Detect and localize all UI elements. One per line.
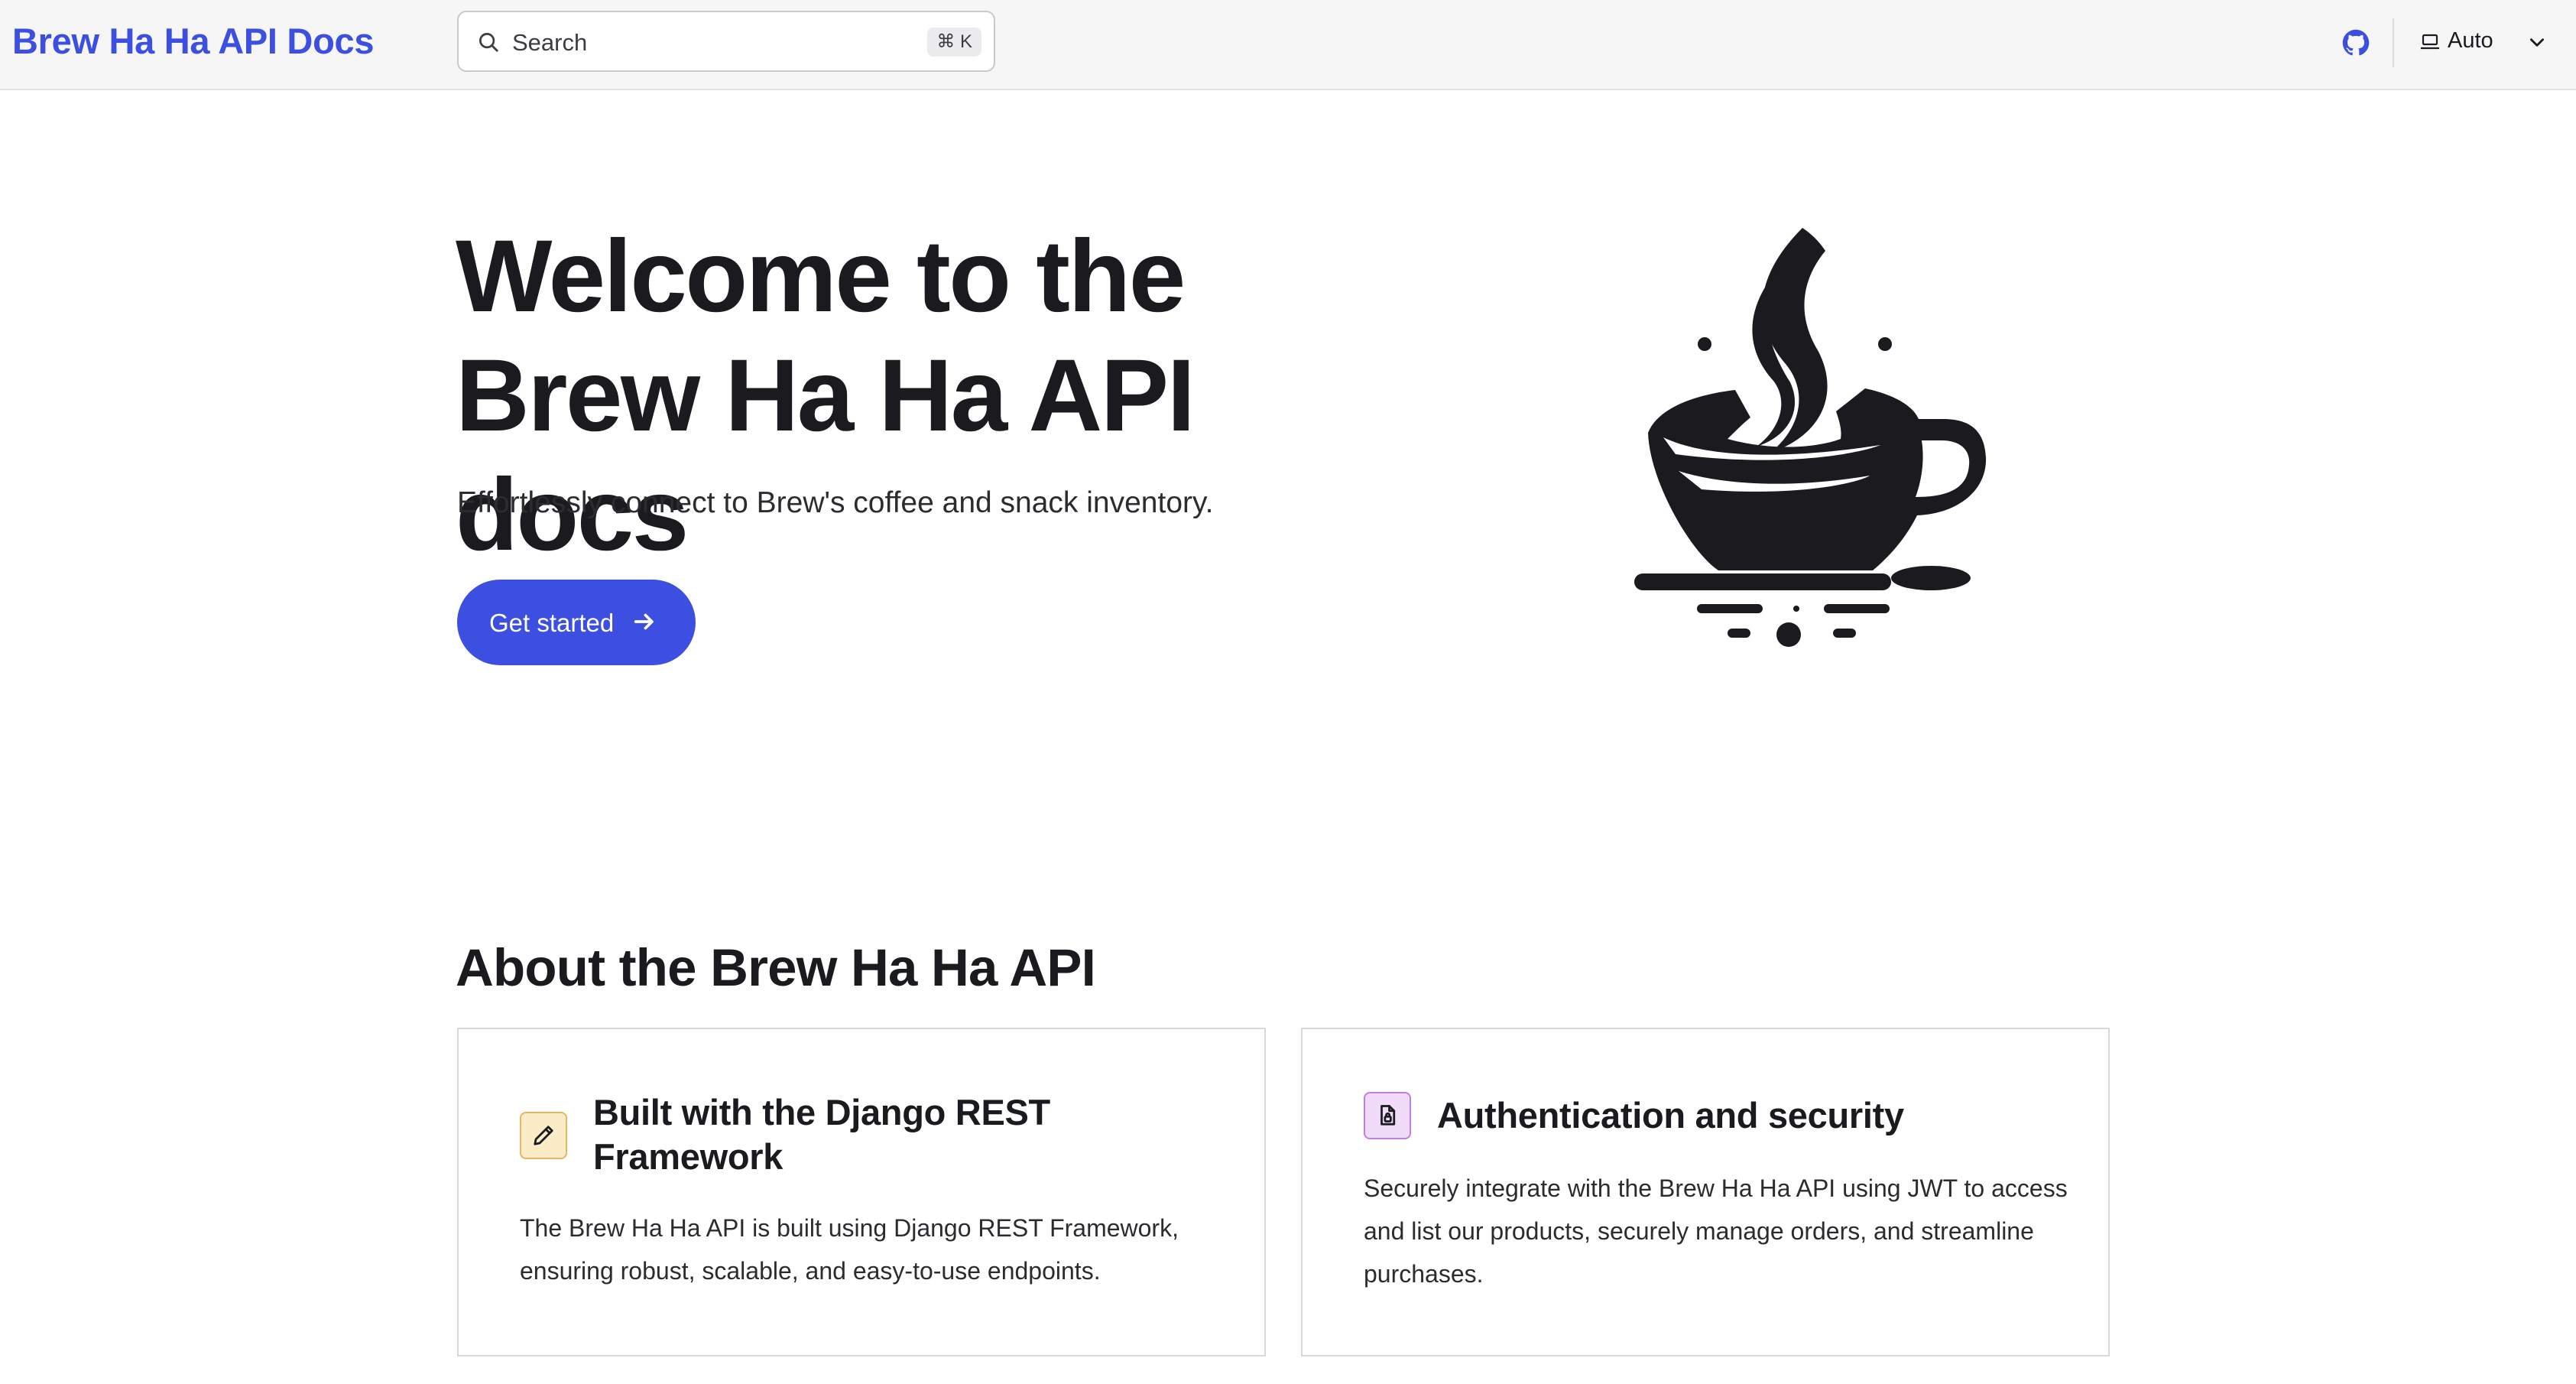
theme-label: Auto [2448, 28, 2493, 53]
search-placeholder: Search [512, 29, 588, 56]
search-shortcut-hint: ⌘ K [927, 28, 981, 57]
feature-card-body: Securely integrate with the Brew Ha Ha A… [1364, 1174, 2068, 1288]
hero-title: Welcome to the Brew Ha Ha API docs [456, 219, 1196, 572]
theme-switcher[interactable]: Auto [2415, 17, 2561, 67]
feature-card-title: Authentication and security [1437, 1095, 1904, 1135]
top-navbar: Brew Ha Ha API Docs Search ⌘ K Auto [0, 0, 2576, 90]
about-heading: About the Brew Ha Ha API [456, 938, 1096, 997]
site-title-link[interactable]: Brew Ha Ha API Docs [12, 20, 374, 62]
pencil-badge [520, 1112, 567, 1159]
chevron-down-icon [2530, 38, 2544, 47]
header-divider [2393, 18, 2394, 67]
feature-card-title: Built with the Django REST Framework [593, 1092, 1050, 1177]
feature-card-security: Authentication and security Securely int… [1301, 1028, 2110, 1356]
coffee-cup-logo [1634, 228, 1987, 647]
get-started-button[interactable]: Get started [457, 580, 696, 665]
secure-file-icon [1380, 1105, 1396, 1126]
arrow-right-icon [634, 613, 654, 630]
security-badge [1364, 1092, 1411, 1139]
get-started-label: Get started [489, 609, 615, 637]
github-icon[interactable] [2342, 29, 2370, 57]
search-icon [479, 33, 498, 52]
hero-subtitle: Effortlessly connect to Brew's coffee an… [457, 486, 1214, 519]
feature-card-django: Built with the Django REST Framework The… [457, 1028, 1266, 1356]
pencil-icon [534, 1126, 553, 1145]
laptop-icon [2421, 34, 2439, 50]
feature-card-body: The Brew Ha Ha API is built using Django… [520, 1214, 1179, 1285]
search-box[interactable]: Search ⌘ K [457, 11, 995, 72]
